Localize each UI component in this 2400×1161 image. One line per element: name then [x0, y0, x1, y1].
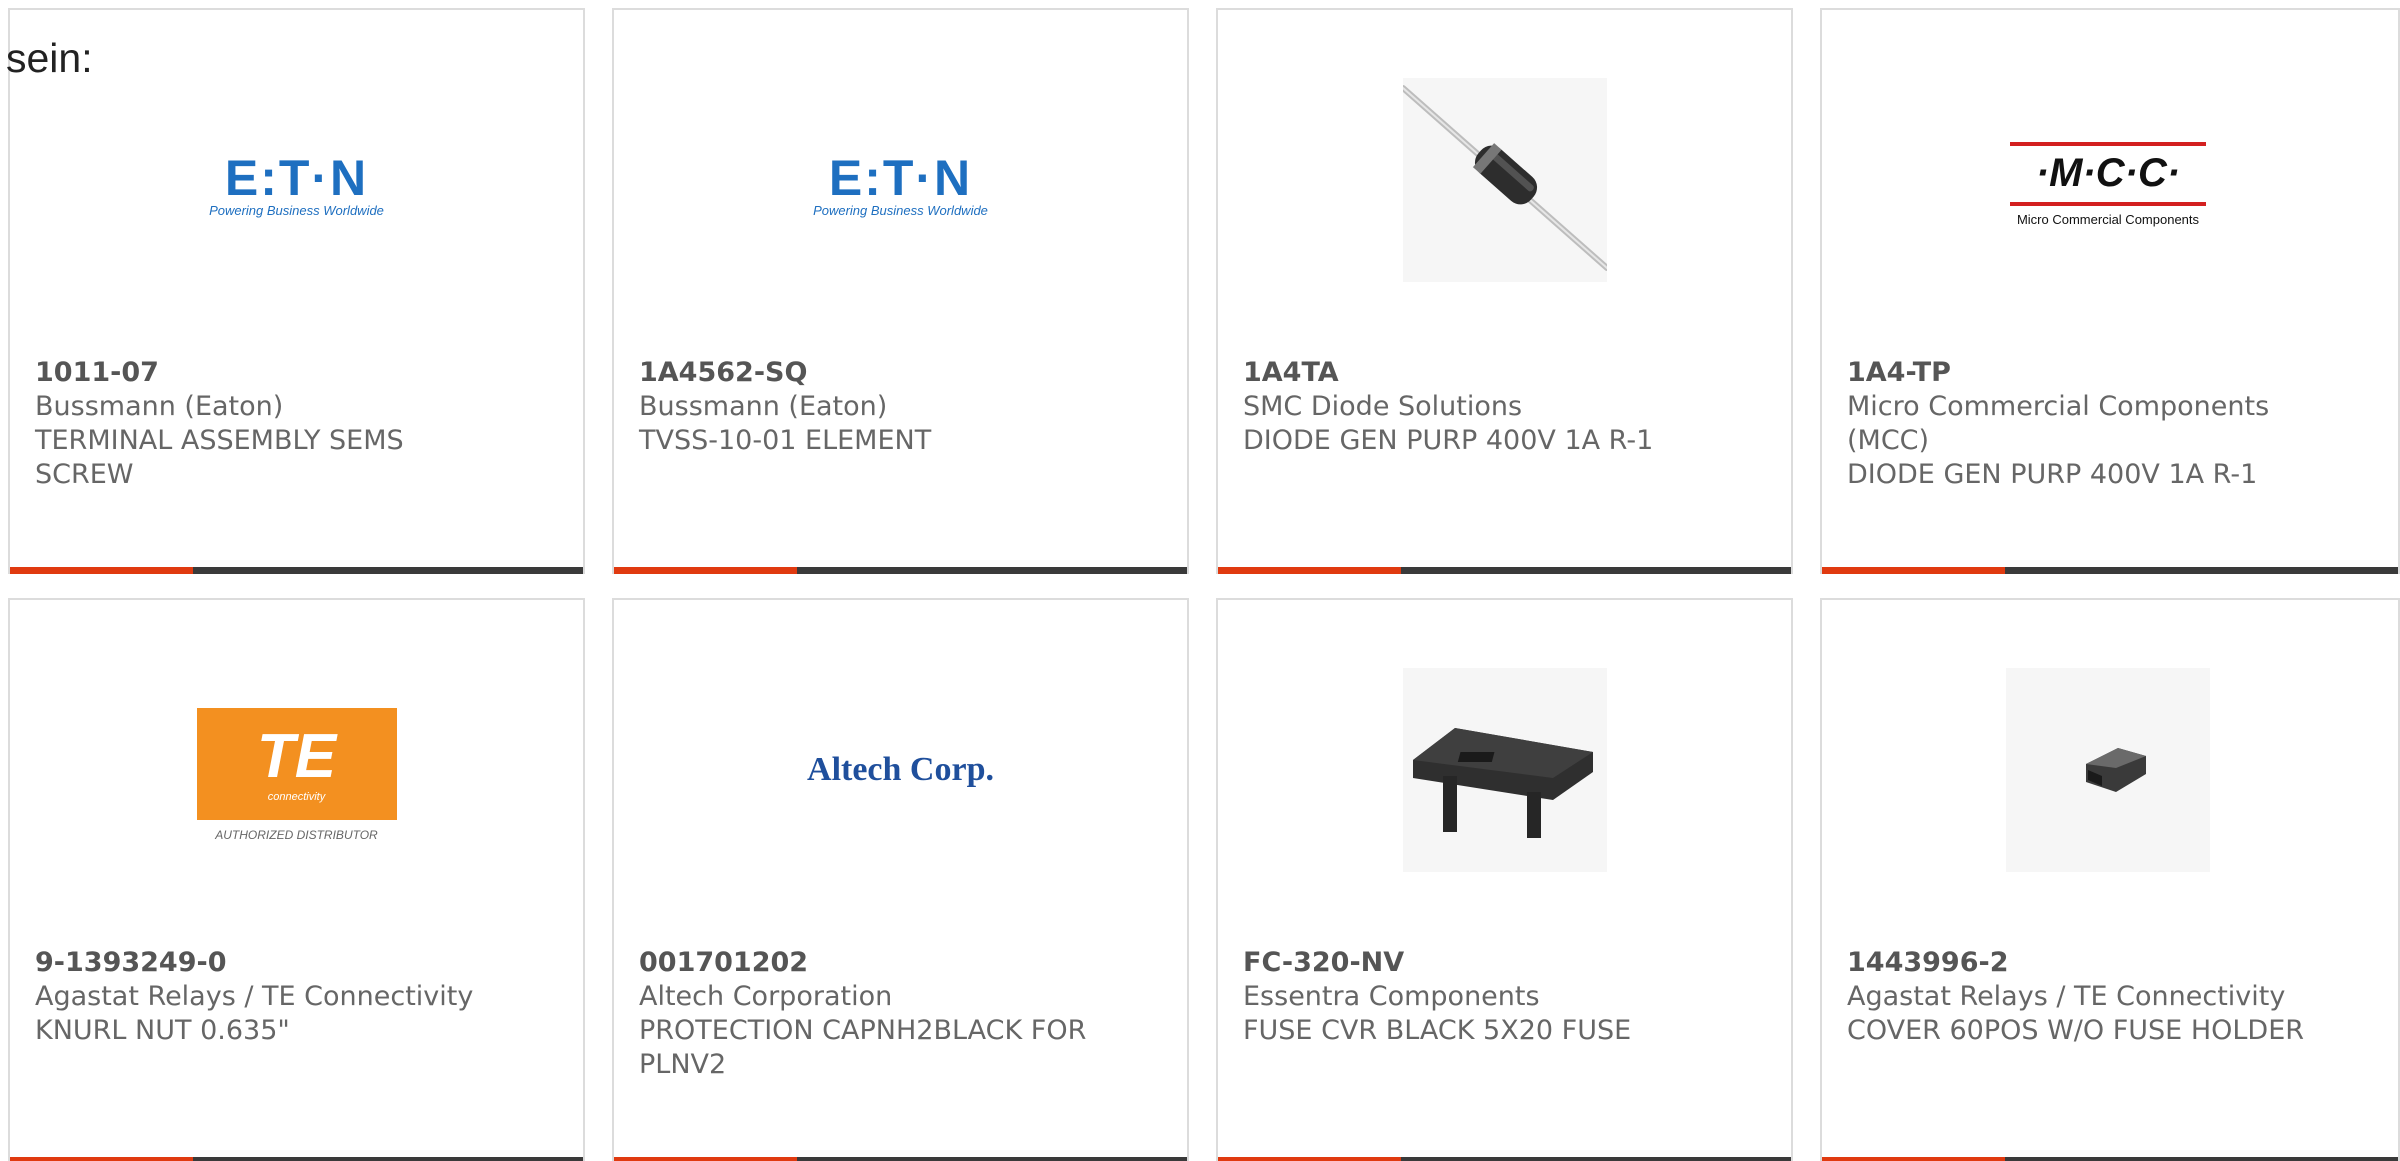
card-bar — [1822, 1157, 2398, 1161]
manufacturer: Agastat Relays / TE Connectivity — [1847, 981, 2286, 1012]
description: TVSS-10-01 ELEMENT — [639, 425, 932, 456]
card-bar-accent — [1218, 567, 1401, 574]
fuse-cover-icon — [1402, 668, 1607, 872]
product-card[interactable]: TE connectivity AUTHORIZED DISTRIBUTOR 9… — [8, 598, 585, 1161]
product-card[interactable]: E:T·N Powering Business Worldwide 1A4562… — [612, 8, 1189, 574]
description: DIODE GEN PURP 400V 1A R-1 — [1847, 459, 2258, 490]
product-card[interactable]: 1443996-2 Agastat Relays / TE Connectivi… — [1820, 598, 2400, 1161]
manufacturer: Bussmann (Eaton) — [35, 391, 284, 422]
card-bar-accent — [1822, 1157, 2005, 1161]
description: COVER 60POS W/O FUSE HOLDER — [1847, 1015, 2305, 1046]
description: FUSE CVR BLACK 5X20 FUSE — [1243, 1015, 1632, 1046]
part-number[interactable]: 001701202 — [639, 946, 1099, 980]
card-bar-accent — [614, 567, 797, 574]
eaton-logo-icon: E:T·N Powering Business Worldwide — [813, 150, 988, 218]
product-grid: E:T·N Powering Business Worldwide 1011-0… — [0, 0, 2400, 1161]
card-bar — [1218, 567, 1791, 574]
manufacturer: Essentra Components — [1243, 981, 1540, 1012]
product-image[interactable]: E:T·N Powering Business Worldwide — [799, 78, 1003, 282]
product-card[interactable]: FC-320-NV Essentra Components FUSE CVR B… — [1216, 598, 1793, 1161]
product-image[interactable]: TE connectivity AUTHORIZED DISTRIBUTOR — [195, 668, 399, 872]
product-card[interactable]: ·M·C·C· Micro Commercial Components 1A4-… — [1820, 8, 2400, 574]
altech-logo-icon: Altech Corp. — [807, 751, 994, 788]
part-number[interactable]: 9-1393249-0 — [35, 946, 495, 980]
product-image[interactable]: E:T·N Powering Business Worldwide — [195, 78, 399, 282]
card-bar — [614, 567, 1187, 574]
mcc-logo-icon: ·M·C·C· Micro Commercial Components — [2006, 78, 2210, 282]
card-bar — [10, 1157, 583, 1161]
manufacturer: Bussmann (Eaton) — [639, 391, 888, 422]
card-bar-accent — [614, 1157, 797, 1161]
manufacturer: SMC Diode Solutions — [1243, 391, 1523, 422]
part-number[interactable]: 1A4-TP — [1847, 356, 2307, 390]
te-logo-icon: TE connectivity AUTHORIZED DISTRIBUTOR — [195, 668, 399, 872]
description: PROTECTION CAPNH2BLACK FOR PLNV2 — [639, 1015, 1087, 1080]
product-image[interactable] — [1399, 78, 1610, 282]
card-bar — [1218, 1157, 1791, 1161]
part-number[interactable]: FC-320-NV — [1243, 946, 1703, 980]
card-bar-accent — [1822, 567, 2005, 574]
part-number[interactable]: 1A4562-SQ — [639, 356, 1099, 390]
part-number[interactable]: 1443996-2 — [1847, 946, 2307, 980]
manufacturer: Altech Corporation — [639, 981, 893, 1012]
product-card[interactable]: 1A4TA SMC Diode Solutions DIODE GEN PURP… — [1216, 8, 1793, 574]
part-number[interactable]: 1011-07 — [35, 356, 495, 390]
intro-text: sein: — [6, 35, 93, 81]
product-image[interactable]: Altech Corp. — [799, 668, 1003, 872]
card-bar — [1822, 567, 2398, 574]
product-card[interactable]: E:T·N Powering Business Worldwide 1011-0… — [8, 8, 585, 574]
part-number[interactable]: 1A4TA — [1243, 356, 1703, 390]
product-image[interactable] — [2006, 668, 2210, 872]
product-image[interactable] — [1402, 668, 1607, 872]
eaton-logo-icon: E:T·N Powering Business Worldwide — [209, 150, 384, 218]
axial-diode-icon — [1399, 78, 1610, 282]
card-bar-accent — [1218, 1157, 1401, 1161]
card-bar — [10, 567, 583, 574]
description: TERMINAL ASSEMBLY SEMS SCREW — [35, 425, 404, 490]
product-image[interactable]: ·M·C·C· Micro Commercial Components — [2006, 78, 2210, 282]
card-bar-accent — [10, 1157, 193, 1161]
card-bar-accent — [10, 567, 193, 574]
description: DIODE GEN PURP 400V 1A R-1 — [1243, 425, 1654, 456]
card-bar — [614, 1157, 1187, 1161]
connector-cover-icon — [2006, 668, 2210, 872]
description: KNURL NUT 0.635" — [35, 1015, 290, 1046]
manufacturer: Micro Commercial Components (MCC) — [1847, 391, 2270, 456]
manufacturer: Agastat Relays / TE Connectivity — [35, 981, 474, 1012]
product-card[interactable]: Altech Corp. 001701202 Altech Corporatio… — [612, 598, 1189, 1161]
